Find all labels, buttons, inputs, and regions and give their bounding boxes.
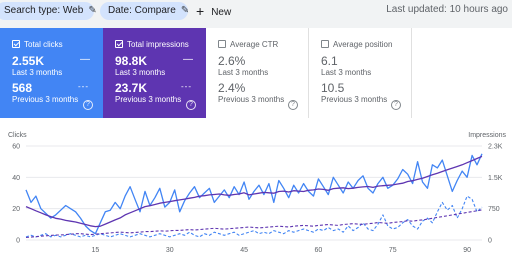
left-axis-tick: 40 <box>12 175 20 182</box>
total-impressions-card[interactable]: Total impressions 98.8K Last 3 months 23… <box>103 28 206 118</box>
help-icon[interactable]: ? <box>83 100 93 110</box>
current-value: 2.55K <box>12 54 45 68</box>
x-axis-tick: 30 <box>166 247 174 254</box>
last-updated-text: Last updated: 10 hours ago <box>386 4 508 15</box>
metric-cards: Total clicks 2.55K Last 3 months 568 Pre… <box>0 28 512 118</box>
search-type-label: Search type: Web <box>4 5 84 16</box>
help-icon[interactable]: ? <box>391 100 401 110</box>
current-value: 2.6% <box>218 54 246 68</box>
checkbox-checked-icon[interactable] <box>12 40 20 48</box>
x-axis-tick: 60 <box>315 247 323 254</box>
help-icon[interactable]: ? <box>186 100 196 110</box>
checkbox-unchecked-icon[interactable] <box>321 40 329 48</box>
current-value: 98.8K <box>115 54 148 68</box>
current-period-label: Last 3 months <box>115 68 166 77</box>
right-axis-tick: 0 <box>488 238 492 245</box>
total-clicks-card[interactable]: Total clicks 2.55K Last 3 months 568 Pre… <box>0 28 103 118</box>
clicks-dashed-line <box>25 195 483 238</box>
edit-pencil-icon: ✎ <box>88 5 97 16</box>
current-period-label: Last 3 months <box>12 68 63 77</box>
current-value: 6.1 <box>321 54 338 68</box>
x-axis-tick: 90 <box>463 247 471 254</box>
x-axis-tick: 15 <box>91 247 99 254</box>
card-label: Total clicks <box>24 39 63 49</box>
right-axis-tick: 750 <box>488 206 500 213</box>
left-axis-tick: 0 <box>16 238 20 245</box>
right-axis-tick: 2.3K <box>488 144 503 151</box>
dashed-line-legend-icon: --- <box>78 82 89 91</box>
edit-pencil-icon: ✎ <box>180 5 190 16</box>
dashed-line-legend-icon: --- <box>181 82 192 91</box>
x-axis-tick: 75 <box>389 247 397 254</box>
current-period-label: Last 3 months <box>321 68 372 77</box>
date-filter-label: Date: Compare <box>108 5 176 16</box>
average-position-card[interactable]: Average position 6.1 Last 3 months 10.5 … <box>309 28 412 118</box>
line-chart: 60 2.3K 40 1.5K 20 750 0 0 15 30 45 60 75 90 <box>12 144 503 255</box>
current-period-label: Last 3 months <box>218 68 269 77</box>
previous-value: 23.7K <box>115 81 148 95</box>
x-axis-tick: 45 <box>240 247 248 254</box>
checkbox-unchecked-icon[interactable] <box>218 40 226 48</box>
left-axis-tick: 20 <box>12 206 20 213</box>
search-type-filter-chip[interactable]: Search type: Web ✎ <box>0 2 97 20</box>
new-filter-label: New <box>211 7 232 18</box>
plus-icon: + <box>196 3 205 19</box>
filter-bar: Search type: Web ✎ Date: Compare ✎ + New La… <box>0 0 512 24</box>
new-filter-button[interactable]: + New <box>196 2 231 20</box>
date-filter-chip[interactable]: Date: Compare ✎ <box>100 2 190 20</box>
checkbox-checked-icon[interactable] <box>115 40 123 48</box>
right-axis-tick: 1.5K <box>488 175 503 182</box>
solid-line-legend-icon: — <box>183 54 193 65</box>
card-label: Total impressions <box>127 39 189 49</box>
help-icon[interactable]: ? <box>288 100 298 110</box>
average-ctr-card[interactable]: Average CTR 2.6% Last 3 months 2.4% Prev… <box>206 28 309 118</box>
solid-line-legend-icon: — <box>80 54 90 65</box>
previous-value: 10.5 <box>321 81 345 95</box>
left-axis-tick: 60 <box>12 144 20 151</box>
previous-value: 2.4% <box>218 81 246 95</box>
card-label: Average position <box>333 39 393 49</box>
performance-chart[interactable]: Clicks Impressions 60 2.3K 40 1.5K 20 750 0 0 15… <box>0 118 512 264</box>
card-label: Average CTR <box>230 39 279 49</box>
previous-value: 568 <box>12 81 33 95</box>
